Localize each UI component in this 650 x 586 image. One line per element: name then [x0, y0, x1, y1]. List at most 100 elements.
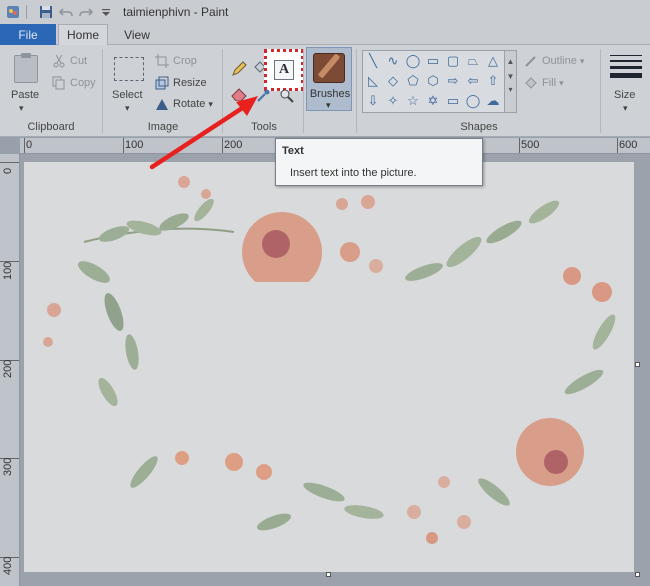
save-icon[interactable]: [39, 5, 53, 19]
crop-icon: [155, 54, 169, 68]
ruler-label: 400: [2, 556, 14, 575]
six-point-star-shape-icon[interactable]: ✡: [423, 91, 443, 111]
rectangle-shape-icon[interactable]: ▭: [423, 51, 443, 71]
eraser-icon[interactable]: [231, 87, 247, 101]
group-separator: [600, 49, 601, 133]
scroll-down-icon[interactable]: ▼: [505, 72, 516, 81]
outline-icon: [524, 54, 538, 68]
triangle-shape-icon[interactable]: △: [483, 51, 503, 71]
tooltip-description: Insert text into the picture.: [290, 167, 417, 179]
fill-button[interactable]: Fill ▾: [524, 76, 564, 90]
tooltip-title: Text: [282, 145, 304, 157]
tools-group-label: Tools: [251, 121, 277, 133]
ruler-label: 0: [26, 139, 33, 151]
quick-access-separator: [26, 5, 27, 19]
group-separator: [222, 49, 223, 133]
copy-label: Copy: [70, 77, 96, 89]
ruler-label: 100: [125, 139, 144, 151]
text-tool-highlight[interactable]: A: [264, 49, 304, 91]
select-icon[interactable]: [114, 57, 144, 81]
canvas-area[interactable]: [20, 154, 650, 586]
hexagon-shape-icon[interactable]: ⬡: [423, 71, 443, 91]
crop-button[interactable]: Crop: [155, 54, 197, 68]
ribbon-tabs: File Home View: [0, 24, 650, 45]
outline-dropdown-icon: ▾: [579, 55, 585, 66]
ruler-label: 200: [2, 359, 14, 378]
undo-icon[interactable]: [59, 5, 73, 19]
diamond-shape-icon[interactable]: ◇: [383, 71, 403, 91]
image-group-label: Image: [147, 121, 179, 133]
rotate-button[interactable]: Rotate ▾: [155, 97, 213, 111]
copy-button[interactable]: Copy: [52, 76, 96, 90]
pentagon-shape-icon[interactable]: ⬠: [403, 71, 423, 91]
down-arrow-shape-icon[interactable]: ⇩: [363, 91, 383, 111]
right-triangle-shape-icon[interactable]: ◺: [363, 71, 383, 91]
fill-label: Fill: [542, 77, 557, 89]
brushes-dropdown-icon: ▾: [326, 100, 331, 110]
redo-icon[interactable]: [79, 5, 93, 19]
rounded-rectangle-shape-icon[interactable]: ▢: [443, 51, 463, 71]
tab-file[interactable]: File: [0, 24, 56, 45]
rounded-callout-shape-icon[interactable]: ▭: [443, 91, 463, 111]
paste-icon[interactable]: [14, 53, 38, 83]
oval-callout-shape-icon[interactable]: ◯: [463, 91, 483, 111]
four-point-star-shape-icon[interactable]: ✧: [383, 91, 403, 111]
text-tool-tooltip: Text Insert text into the picture.: [275, 138, 483, 186]
ruler-label: 100: [2, 261, 14, 280]
floral-frame-image: [43, 176, 616, 544]
text-tool-icon[interactable]: A: [274, 60, 294, 80]
resize-label: Resize: [173, 77, 207, 89]
select-dropdown-icon[interactable]: ▾: [125, 103, 130, 114]
magnifier-icon[interactable]: [280, 89, 294, 103]
group-separator: [102, 49, 103, 133]
clipboard-group-label: Clipboard: [27, 121, 75, 133]
rotate-icon: [155, 97, 169, 111]
outline-label: Outline: [542, 55, 577, 67]
brushes-label: Brushes: [309, 88, 351, 100]
resize-handle-corner[interactable]: [635, 572, 640, 577]
right-arrow-shape-icon[interactable]: ⇨: [443, 71, 463, 91]
outline-button[interactable]: Outline ▾: [524, 54, 584, 68]
app-menu-icon[interactable]: [6, 5, 20, 19]
size-dropdown-icon[interactable]: ▾: [623, 103, 628, 114]
paste-button[interactable]: Paste: [11, 89, 39, 101]
customize-icon[interactable]: [99, 5, 113, 19]
vertical-ruler: 0 100 200 300 400: [0, 154, 20, 586]
tab-home[interactable]: Home: [58, 24, 108, 45]
size-icon[interactable]: [610, 55, 642, 82]
oval-shape-icon[interactable]: ◯: [403, 51, 423, 71]
ruler-label: 200: [224, 139, 243, 151]
canvas-image[interactable]: [24, 162, 634, 572]
brushes-button[interactable]: Brushes ▾: [306, 47, 352, 111]
resize-button[interactable]: Resize: [155, 76, 207, 90]
scissors-icon: [52, 54, 66, 68]
brush-icon: [313, 53, 345, 83]
pencil-icon[interactable]: [231, 61, 247, 77]
curve-shape-icon[interactable]: ∿: [383, 51, 403, 71]
shapes-gallery[interactable]: ╲ ∿ ◯ ▭ ▢ ⏢ △ ◺ ◇ ⬠ ⬡ ⇨ ⇦ ⇧ ⇩ ✧ ☆ ✡ ▭ ◯ …: [362, 50, 505, 113]
paste-dropdown-icon[interactable]: ▾: [19, 103, 24, 114]
gallery-expand-icon[interactable]: ▾: [505, 85, 516, 94]
ruler-label: 300: [2, 457, 14, 476]
scroll-up-icon[interactable]: ▲: [505, 57, 516, 66]
polygon-shape-icon[interactable]: ⏢: [463, 51, 483, 71]
ruler-label: 500: [521, 139, 540, 151]
cut-button[interactable]: Cut: [52, 54, 87, 68]
group-separator: [356, 49, 357, 133]
cut-label: Cut: [70, 55, 88, 67]
select-button[interactable]: Select: [112, 89, 143, 101]
five-point-star-shape-icon[interactable]: ☆: [403, 91, 423, 111]
resize-handle-bottom[interactable]: [326, 572, 331, 577]
size-button[interactable]: Size: [614, 89, 635, 101]
crop-label: Crop: [173, 55, 197, 67]
shapes-scrollbar[interactable]: ▲ ▼ ▾: [505, 50, 517, 113]
fill-dropdown-icon: ▾: [559, 77, 564, 88]
copy-icon: [52, 76, 66, 90]
line-shape-icon[interactable]: ╲: [363, 51, 383, 71]
up-arrow-shape-icon[interactable]: ⇧: [483, 71, 503, 91]
left-arrow-shape-icon[interactable]: ⇦: [463, 71, 483, 91]
resize-handle-right[interactable]: [635, 362, 640, 367]
cloud-callout-shape-icon[interactable]: ☁: [483, 91, 503, 111]
tab-view[interactable]: View: [112, 24, 162, 45]
color-picker-icon[interactable]: [256, 89, 270, 103]
